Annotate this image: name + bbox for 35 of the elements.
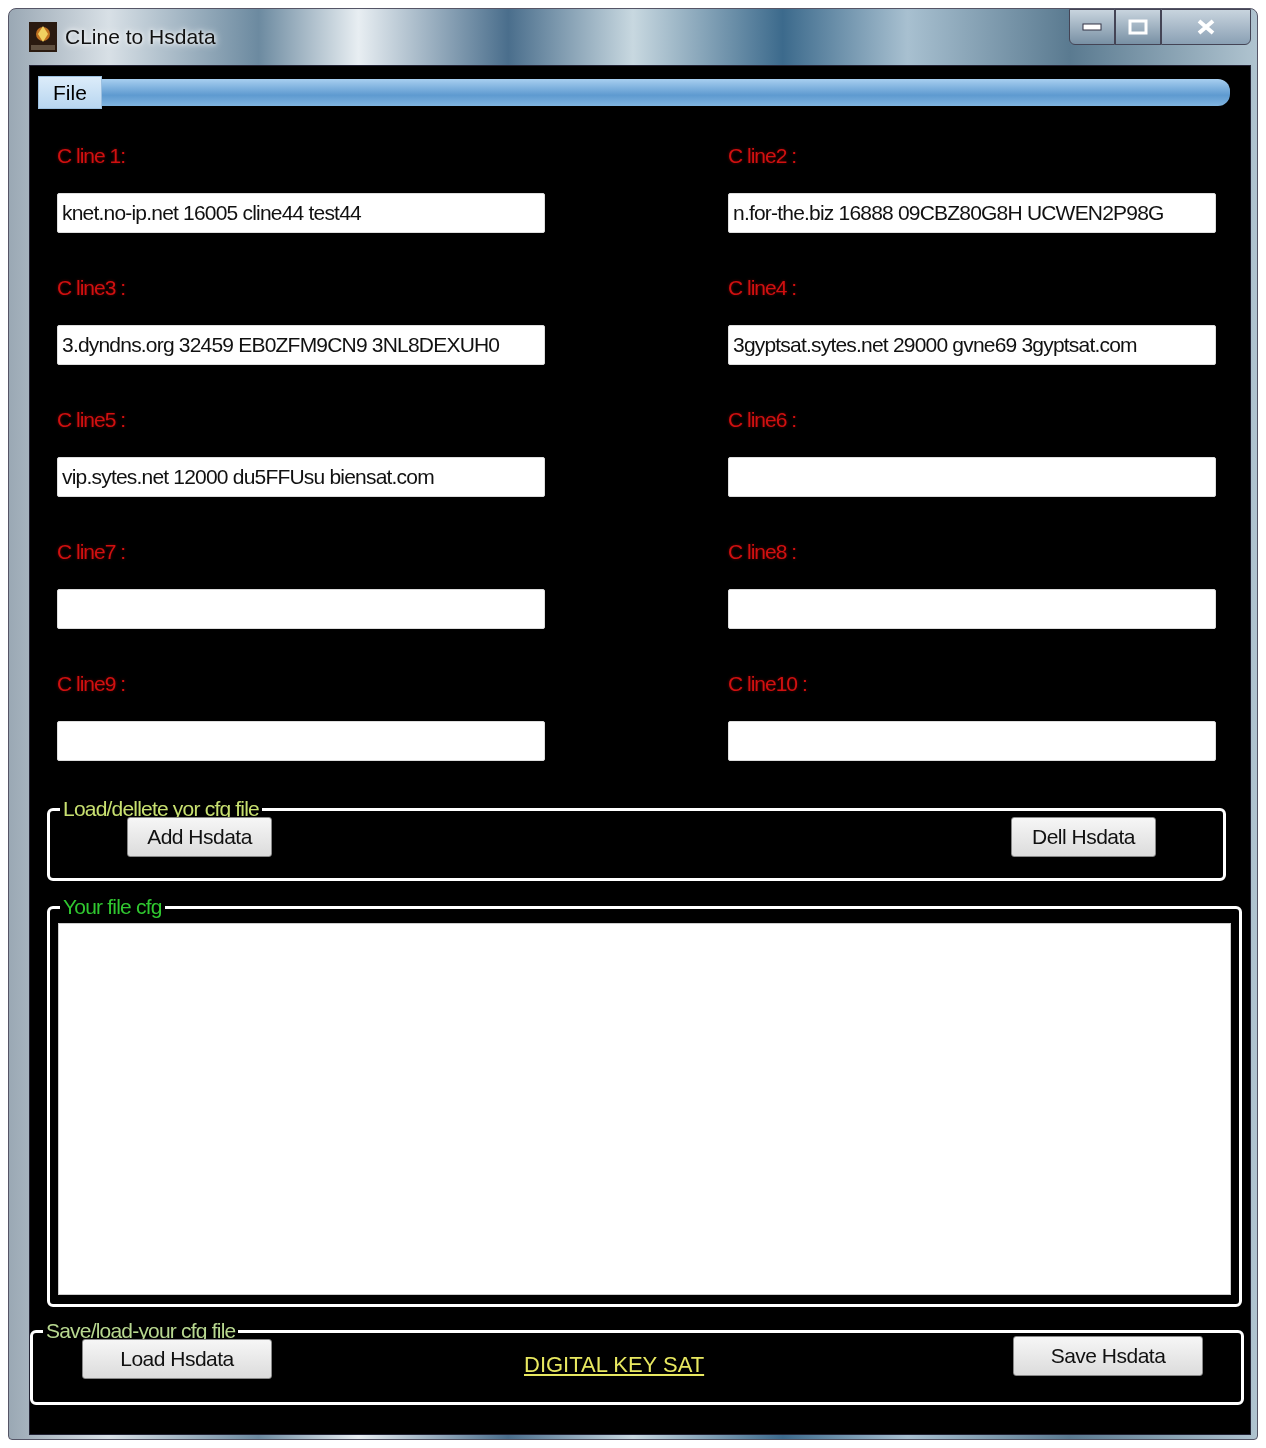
window-title: CLine to Hsdata xyxy=(65,25,216,49)
minimize-button[interactable] xyxy=(1069,9,1115,45)
input-field[interactable]: knet.no-ip.net 16005 cline44 test44 xyxy=(57,193,545,233)
field-label: C line4 : xyxy=(728,275,798,301)
input-field[interactable]: n.for-the.biz 16888 09CBZ80G8H UCWEN2P98G xyxy=(728,193,1216,233)
field-label: C line2 : xyxy=(728,143,798,169)
maximize-icon xyxy=(1128,19,1148,35)
link[interactable]: DIGITAL KEY SAT xyxy=(524,1352,705,1378)
maximize-button[interactable] xyxy=(1115,9,1161,45)
load-button[interactable]: Load Hsdata xyxy=(82,1339,272,1379)
action-button[interactable]: Add Hsdata xyxy=(127,817,272,857)
field-label: C line9 : xyxy=(57,671,127,697)
input-field[interactable]: 3.dyndns.org 32459 EB0ZFM9CN9 3NL8DEXUH0 xyxy=(57,325,545,365)
input-field[interactable] xyxy=(728,589,1216,629)
close-button[interactable] xyxy=(1161,9,1251,45)
action-button[interactable]: Dell Hsdata xyxy=(1011,817,1156,857)
field-label: C line10 : xyxy=(728,671,808,697)
input-field[interactable] xyxy=(57,589,545,629)
minimize-icon xyxy=(1082,23,1102,31)
field-label: C line3 : xyxy=(57,275,127,301)
input-field[interactable]: vip.sytes.net 12000 du5FFUsu biensat.com xyxy=(57,457,545,497)
input-field[interactable] xyxy=(728,721,1216,761)
input-field[interactable] xyxy=(57,721,545,761)
field-label: C line 1: xyxy=(57,143,127,169)
input-field[interactable] xyxy=(728,457,1216,497)
menu-item[interactable]: File xyxy=(38,76,102,109)
save-button[interactable]: Save Hsdata xyxy=(1013,1336,1203,1376)
field-label: C line7 : xyxy=(57,539,127,565)
field-label: C line6 : xyxy=(728,407,798,433)
app-icon xyxy=(29,22,57,52)
input-field[interactable]: 3gyptsat.sytes.net 29000 gvne69 3gyptsat.com xyxy=(728,325,1216,365)
field-label: C line5 : xyxy=(57,407,127,433)
group-title: Your file cfg xyxy=(62,895,163,919)
field-label: C line8 : xyxy=(728,539,798,565)
close-icon xyxy=(1196,18,1216,36)
